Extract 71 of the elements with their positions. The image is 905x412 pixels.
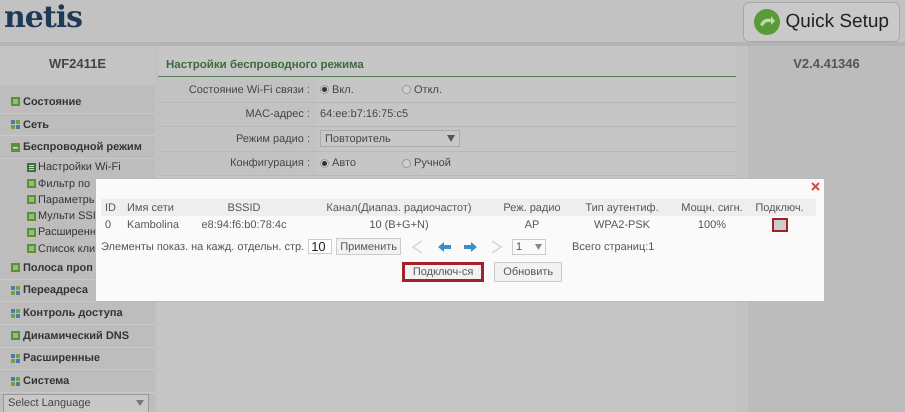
model-name: WF2411E [0,46,155,85]
table-cell: 10 (B+G+N) [297,216,501,234]
grid-icon [11,308,20,318]
grid-icon [11,376,20,386]
radio-option[interactable]: Авто [320,157,402,170]
grid-icon [11,354,20,363]
grid-icon [11,120,20,130]
version-label: V2.4.41346 [793,56,860,71]
column-header[interactable]: Мощн. сигн. [681,199,743,216]
connect-button[interactable]: Подключ-ся [402,262,484,282]
column-header[interactable]: Имя сети [123,199,191,216]
square-icon [27,228,36,237]
table-cell: AP [501,216,563,234]
dropdown-arrow-icon [447,135,455,142]
quick-setup-button[interactable]: Quick Setup [742,2,900,42]
apply-button[interactable]: Применить [336,238,402,255]
submenu-item[interactable]: Настройки Wi-Fi [0,159,155,176]
square-icon [27,212,36,221]
field-value: 64:ee:b7:16:75:c5 [320,108,408,120]
square-icon [27,162,36,172]
square-icon [11,263,20,272]
radio-option[interactable]: Ручной [402,157,484,170]
square-icon [27,244,36,254]
radio-button[interactable] [402,158,411,168]
square-icon [11,97,20,106]
menu-item[interactable]: Беспроводной режим [0,136,155,160]
field-label: MAC-адрес : [158,102,316,126]
refresh-button[interactable]: Обновить [494,262,562,282]
square-icon [11,142,20,152]
field-label: Состояние Wi-Fi связи : [158,78,316,102]
column-header[interactable]: BSSID [191,199,297,216]
menu-item[interactable]: Динамический DNS [0,324,155,348]
table-cell: 0 [101,216,123,234]
mode-select[interactable]: Повторитель [320,130,460,148]
refresh-icon [754,9,780,35]
square-icon [11,331,20,340]
per-page-label: Элементы показ. на кажд. отдельн. стр. [101,240,304,252]
column-header[interactable]: ID [101,199,123,216]
radio-option[interactable]: Вкл. [320,84,402,96]
menu-item[interactable]: Состояние [0,91,155,114]
per-page-field[interactable]: 10 [308,239,332,254]
table-cell: WPA2-PSK [563,216,681,234]
table-cell: 100% [681,216,743,234]
section-title: Настройки беспроводного режима [158,54,736,77]
table-cell: e8:94:f6:b0:78:4c [191,216,297,234]
menu-item[interactable]: Сеть [0,114,155,136]
grid-icon [11,286,20,295]
close-icon[interactable] [811,182,820,191]
menu-item[interactable]: Расширенные [0,348,155,370]
radio-option[interactable]: Откл. [402,84,484,96]
radio-button[interactable] [320,158,329,168]
column-header[interactable]: Канал(Диапаз. радиочастот) [297,199,501,216]
dropdown-arrow-icon [136,400,144,406]
field-label: Конфигурация : [158,152,316,175]
column-header[interactable]: Тип аутентиф. [563,199,681,216]
radio-button[interactable] [402,85,411,94]
radio-button[interactable] [320,85,329,94]
column-header[interactable]: Реж. радио [501,199,563,216]
language-select[interactable]: Select Language [3,394,149,412]
logo: netis [4,0,82,34]
column-header[interactable]: Подключ. [743,199,816,216]
menu-item[interactable]: Система [0,370,155,393]
total-pages: Всего страниц:1 [572,240,654,252]
table-cell: Kambolina [123,216,191,234]
submenu-item[interactable]: Фильтр по [0,175,155,192]
connect-icon[interactable] [772,218,788,232]
square-icon [27,195,36,204]
square-icon [27,179,36,188]
dropdown-arrow-icon [535,244,542,250]
field-label: Режим радио : [158,127,316,150]
page-select[interactable]: 1 [512,238,546,254]
